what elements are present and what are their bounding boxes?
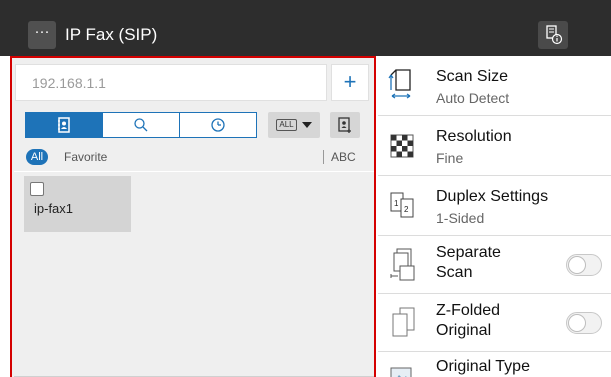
title-bar: ··· IP Fax (SIP) (0, 0, 611, 56)
chevron-down-icon (301, 122, 312, 128)
z-folded-setting[interactable]: Z-Folded Original (378, 294, 611, 352)
setting-title: Resolution (436, 128, 512, 145)
search-icon (134, 118, 148, 132)
tab-history[interactable] (180, 113, 256, 137)
menu-button[interactable]: ··· (28, 21, 56, 49)
setting-title: Scan Size (436, 68, 509, 85)
z-folded-icon (392, 307, 415, 337)
setting-title: Original Type (436, 358, 530, 375)
ip-fax-screen: ··· IP Fax (SIP) 192.168.1.1 + ALL All F… (0, 0, 611, 377)
svg-text:1: 1 (394, 199, 399, 208)
clock-icon (211, 118, 225, 132)
index-dropdown[interactable]: ALL (268, 112, 320, 138)
address-input[interactable]: 192.168.1.1 (15, 64, 327, 101)
filter-favorite[interactable]: Favorite (64, 150, 107, 164)
tab-address-book[interactable] (26, 113, 103, 137)
tab-search[interactable] (103, 113, 180, 137)
divider (323, 150, 324, 164)
toggle-knob (568, 256, 586, 274)
toggle-knob (568, 314, 586, 332)
job-info-icon (546, 25, 563, 45)
separate-scan-icon (390, 248, 415, 281)
resolution-setting[interactable]: Resolution Fine (378, 116, 611, 176)
abc-index-button[interactable]: ABC (331, 150, 356, 164)
register-address-button[interactable] (330, 112, 360, 138)
divider (14, 171, 374, 172)
separate-scan-toggle[interactable] (566, 254, 602, 276)
filter-all-pill[interactable]: All (26, 149, 48, 165)
ellipsis-icon: ··· (34, 23, 50, 40)
setting-value: Fine (436, 150, 464, 166)
address-value: 192.168.1.1 (32, 75, 106, 91)
destination-checkbox[interactable] (30, 182, 44, 196)
filter-row: All Favorite ABC (26, 147, 366, 167)
settings-panel: Scan Size Auto Detect Resolution Fine 1 (378, 56, 611, 377)
setting-title: Z-Folded (436, 302, 501, 319)
page-title: IP Fax (SIP) (65, 25, 158, 44)
setting-title: Separate (436, 244, 501, 261)
svg-text:2: 2 (404, 205, 409, 214)
address-book-add-icon (338, 117, 351, 133)
index-badge: ALL (276, 119, 297, 131)
scan-size-icon (388, 69, 411, 99)
destination-label: ip-fax1 (34, 201, 74, 216)
setting-title: Original (436, 322, 492, 339)
job-info-button[interactable] (538, 21, 568, 49)
original-type-icon (390, 367, 412, 377)
address-book-icon (58, 117, 70, 133)
original-type-setting[interactable]: Original Type (378, 352, 611, 377)
scan-size-setting[interactable]: Scan Size Auto Detect (378, 56, 611, 116)
setting-title: Scan (436, 264, 473, 281)
setting-value: 1-Sided (436, 210, 485, 226)
destination-tabs (25, 112, 257, 138)
setting-value: Auto Detect (436, 90, 510, 106)
duplex-icon: 1 2 (390, 192, 414, 218)
resolution-icon (390, 134, 414, 158)
z-folded-toggle[interactable] (566, 312, 602, 334)
duplex-setting[interactable]: 1 2 Duplex Settings 1-Sided (378, 176, 611, 236)
add-destination-button[interactable]: + (331, 64, 369, 101)
destination-item[interactable]: ip-fax1 (24, 176, 131, 232)
destination-panel: 192.168.1.1 + ALL All Favorite ABC ip-fa… (10, 56, 376, 377)
setting-title: Duplex Settings (436, 188, 549, 205)
separate-scan-setting[interactable]: Separate Scan (378, 236, 611, 294)
address-row: 192.168.1.1 + (15, 64, 371, 101)
